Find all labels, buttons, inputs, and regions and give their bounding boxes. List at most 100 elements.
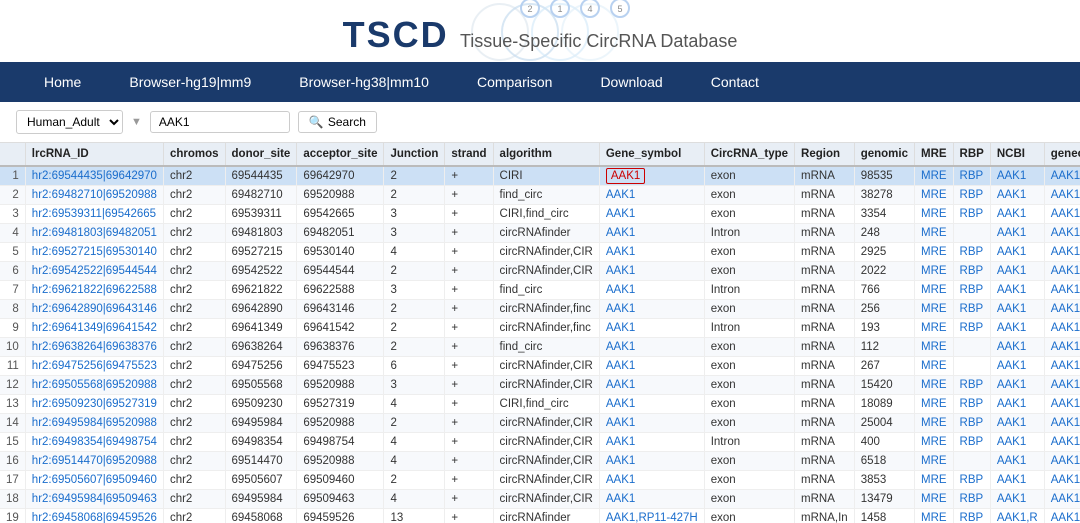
lrcrna-id[interactable]: hr2:69482710|69520988 [25, 186, 163, 205]
gene-symbol-link[interactable]: AAK1 [606, 455, 635, 467]
genecards-link[interactable]: AAK1 [1044, 262, 1080, 281]
gene-symbol[interactable]: AAK1 [599, 300, 704, 319]
species-dropdown[interactable]: Human_Adult Human_Fetal Mouse_Adult Mous… [16, 110, 123, 134]
rbp-link[interactable]: RBP [953, 319, 990, 338]
genecards-link[interactable]: AAK1 [1044, 452, 1080, 471]
rbp-link[interactable]: RBP [953, 471, 990, 490]
gene-symbol[interactable]: AAK1 [599, 281, 704, 300]
gene-symbol[interactable]: AAK1 [599, 243, 704, 262]
gene-symbol-link[interactable]: AAK1 [606, 341, 635, 353]
lrcrna-id[interactable]: hr2:69641349|69641542 [25, 319, 163, 338]
gene-symbol[interactable]: AAK1 [599, 357, 704, 376]
gene-symbol-link[interactable]: AAK1 [606, 303, 635, 315]
nav-browser-hg38[interactable]: Browser-hg38|mm10 [275, 62, 453, 102]
rbp-link[interactable]: RBP [953, 395, 990, 414]
ncbi-link[interactable]: AAK1 [990, 414, 1044, 433]
rbp-link[interactable]: RBP [953, 243, 990, 262]
rbp-link[interactable]: RBP [953, 414, 990, 433]
genecards-link[interactable]: AAK1 [1044, 224, 1080, 243]
lrcrna-id[interactable]: hr2:69544435|69642970 [25, 166, 163, 186]
ncbi-link[interactable]: AAK1 [990, 490, 1044, 509]
lrcrna-id[interactable]: hr2:69638264|69638376 [25, 338, 163, 357]
mre-link[interactable]: MRE [914, 509, 953, 523]
lrcrna-id[interactable]: hr2:69542522|69544544 [25, 262, 163, 281]
gene-symbol[interactable]: AAK1 [599, 414, 704, 433]
search-button[interactable]: 🔍 Search [298, 111, 377, 133]
ncbi-link[interactable]: AAK1 [990, 357, 1044, 376]
mre-link[interactable]: MRE [914, 471, 953, 490]
lrcrna-id[interactable]: hr2:69481803|69482051 [25, 224, 163, 243]
lrcrna-id[interactable]: hr2:69495984|69520988 [25, 414, 163, 433]
mre-link[interactable]: MRE [914, 224, 953, 243]
rbp-link[interactable]: RBP [953, 376, 990, 395]
ncbi-link[interactable]: AAK1 [990, 433, 1044, 452]
genecards-link[interactable]: AAK1 [1044, 509, 1080, 523]
rbp-link[interactable]: RBP [953, 433, 990, 452]
mre-link[interactable]: MRE [914, 395, 953, 414]
gene-symbol[interactable]: AAK1 [599, 262, 704, 281]
lrcrna-id[interactable]: hr2:69498354|69498754 [25, 433, 163, 452]
mre-link[interactable]: MRE [914, 205, 953, 224]
genecards-link[interactable]: AAK1 [1044, 186, 1080, 205]
nav-download[interactable]: Download [576, 62, 686, 102]
gene-symbol-link[interactable]: AAK1 [606, 360, 635, 372]
ncbi-link[interactable]: AAK1 [990, 300, 1044, 319]
lrcrna-id[interactable]: hr2:69642890|69643146 [25, 300, 163, 319]
gene-symbol[interactable]: AAK1,RP11-427H [599, 509, 704, 523]
nav-comparison[interactable]: Comparison [453, 62, 576, 102]
genecards-link[interactable]: AAK1 [1044, 243, 1080, 262]
gene-symbol-link[interactable]: AAK1 [606, 474, 635, 486]
lrcrna-id[interactable]: hr2:69514470|69520988 [25, 452, 163, 471]
gene-symbol[interactable]: AAK1 [599, 186, 704, 205]
mre-link[interactable]: MRE [914, 281, 953, 300]
nav-contact[interactable]: Contact [687, 62, 783, 102]
lrcrna-id[interactable]: hr2:69458068|69459526 [25, 509, 163, 523]
ncbi-link[interactable]: AAK1 [990, 395, 1044, 414]
mre-link[interactable]: MRE [914, 166, 953, 186]
rbp-link[interactable]: RBP [953, 166, 990, 186]
nav-browser-hg19[interactable]: Browser-hg19|mm9 [105, 62, 275, 102]
rbp-link[interactable]: RBP [953, 205, 990, 224]
lrcrna-id[interactable]: hr2:69495984|69509463 [25, 490, 163, 509]
mre-link[interactable]: MRE [914, 452, 953, 471]
lrcrna-id[interactable]: hr2:69621822|69622588 [25, 281, 163, 300]
ncbi-link[interactable]: AAK1 [990, 376, 1044, 395]
mre-link[interactable]: MRE [914, 319, 953, 338]
gene-symbol[interactable]: AAK1 [599, 376, 704, 395]
ncbi-link[interactable]: AAK1 [990, 338, 1044, 357]
gene-symbol[interactable]: AAK1 [599, 205, 704, 224]
genecards-link[interactable]: AAK1 [1044, 376, 1080, 395]
gene-symbol-link[interactable]: AAK1 [606, 246, 635, 258]
rbp-link[interactable] [953, 357, 990, 376]
rbp-link[interactable] [953, 452, 990, 471]
lrcrna-id[interactable]: hr2:69527215|69530140 [25, 243, 163, 262]
ncbi-link[interactable]: AAK1 [990, 224, 1044, 243]
mre-link[interactable]: MRE [914, 338, 953, 357]
gene-symbol-link[interactable]: AAK1 [606, 284, 635, 296]
rbp-link[interactable]: RBP [953, 300, 990, 319]
rbp-link[interactable]: RBP [953, 509, 990, 523]
mre-link[interactable]: MRE [914, 490, 953, 509]
search-input[interactable] [150, 111, 290, 133]
gene-symbol-link[interactable]: AAK1 [606, 322, 635, 334]
ncbi-link[interactable]: AAK1 [990, 186, 1044, 205]
genecards-link[interactable]: AAK1 [1044, 319, 1080, 338]
mre-link[interactable]: MRE [914, 300, 953, 319]
gene-symbol-link[interactable]: AAK1,RP11-427H [606, 512, 698, 523]
genecards-link[interactable]: AAK1 [1044, 414, 1080, 433]
genecards-link[interactable]: AAK1 [1044, 281, 1080, 300]
mre-link[interactable]: MRE [914, 357, 953, 376]
ncbi-link[interactable]: AAK1 [990, 471, 1044, 490]
genecards-link[interactable]: AAK1 [1044, 395, 1080, 414]
gene-symbol[interactable]: AAK1 [599, 452, 704, 471]
gene-symbol-link[interactable]: AAK1 [606, 436, 635, 448]
genecards-link[interactable]: AAK1 [1044, 433, 1080, 452]
genecards-link[interactable]: AAK1 [1044, 471, 1080, 490]
ncbi-link[interactable]: AAK1 [990, 319, 1044, 338]
gene-symbol[interactable]: AAK1 [599, 395, 704, 414]
lrcrna-id[interactable]: hr2:69505568|69520988 [25, 376, 163, 395]
mre-link[interactable]: MRE [914, 186, 953, 205]
lrcrna-id[interactable]: hr2:69539311|69542665 [25, 205, 163, 224]
genecards-link[interactable]: AAK1 [1044, 338, 1080, 357]
gene-symbol-link[interactable]: AAK1 [606, 493, 635, 505]
